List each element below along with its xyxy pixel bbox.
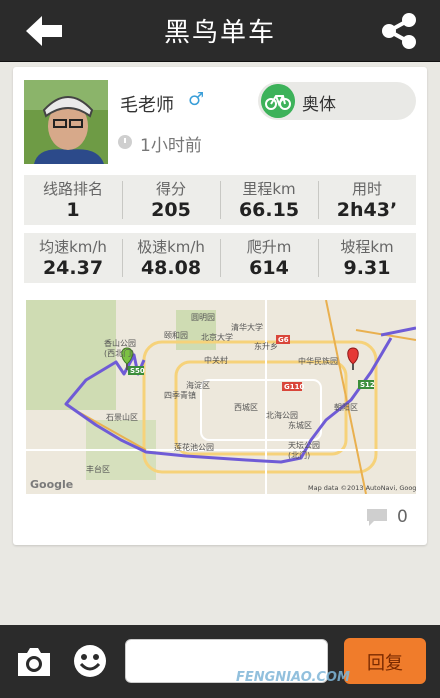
- stat-slope-distance: 坡程km 9.31: [318, 233, 416, 283]
- stat-value: 24.37: [42, 257, 104, 279]
- stats-grid-row1: 线路排名 1 得分 205 里程km 66.15 用时 2h43’: [24, 175, 416, 225]
- stat-value: 1: [66, 199, 80, 221]
- map-label: 颐和园: [164, 331, 188, 340]
- avatar[interactable]: [24, 80, 108, 164]
- bicycle-icon: [261, 84, 295, 118]
- map-label: 中华民族园: [298, 356, 338, 366]
- map-label: 香山公园: [104, 338, 136, 348]
- road-shield: G110: [284, 383, 304, 391]
- stat-label: 里程km: [242, 180, 296, 198]
- map-label: 丰台区: [86, 464, 110, 474]
- emoji-icon[interactable]: [72, 643, 108, 679]
- male-gender-icon: ♂: [188, 89, 205, 110]
- clock-icon: [118, 135, 132, 149]
- stat-label: 爬升m: [246, 238, 292, 256]
- map-label: 清华大学: [231, 322, 263, 332]
- post-time: 1小时前: [140, 136, 202, 156]
- stat-duration: 用时 2h43’: [318, 175, 416, 225]
- stat-label: 用时: [351, 180, 382, 198]
- map-label: 圆明园: [191, 313, 215, 322]
- map-label: 西城区: [234, 403, 258, 412]
- map-label: 东城区: [288, 420, 312, 430]
- map-label: (西北门): [104, 348, 134, 358]
- stat-label: 坡程km: [340, 238, 394, 256]
- stat-distance: 里程km 66.15: [220, 175, 318, 225]
- map-label: 四季青镇: [164, 390, 196, 400]
- stat-label: 极速km/h: [137, 238, 205, 256]
- stat-label: 得分: [155, 180, 186, 198]
- stat-route-rank: 线路排名 1: [24, 175, 122, 225]
- page-title: 黑鸟单车: [163, 18, 276, 48]
- road-shield: G6: [278, 336, 289, 344]
- ride-post-card: 毛老师 ♂ 1小时前 奥体 线路排名 1 得分 205 里程km 66.15 用…: [13, 67, 427, 545]
- stat-value: 66.15: [238, 199, 300, 221]
- stats-grid-row2: 均速km/h 24.37 极速km/h 48.08 爬升m 614 坡程km 9…: [24, 233, 416, 283]
- stat-max-speed: 极速km/h 48.08: [122, 233, 220, 283]
- map-label: 石景山区: [106, 412, 138, 422]
- map-label: 天坛公园: [288, 440, 320, 450]
- share-icon[interactable]: [380, 12, 418, 50]
- stat-value: 2h43’: [336, 199, 398, 221]
- comment-icon[interactable]: [365, 507, 389, 527]
- comment-count: 0: [397, 507, 408, 527]
- top-bar: 黑鸟单车: [0, 0, 440, 62]
- stat-climb: 爬升m 614: [220, 233, 318, 283]
- stat-avg-speed: 均速km/h 24.37: [24, 233, 122, 283]
- map-label: 朝阳区: [334, 403, 358, 412]
- stat-value: 205: [151, 199, 191, 221]
- map-provider-logo: Google: [30, 478, 73, 491]
- stat-score: 得分 205: [122, 175, 220, 225]
- road-shield: S50: [130, 367, 145, 375]
- route-map[interactable]: 香山公园 (西北门) 圆明园 清华大学 颐和园 北京大学 中关村 东升乡 海淀区…: [26, 300, 416, 494]
- road-shield: S12: [360, 381, 375, 389]
- stat-value: 614: [249, 257, 289, 279]
- map-label: 东升乡: [254, 341, 278, 351]
- camera-icon[interactable]: [14, 644, 54, 680]
- user-name[interactable]: 毛老师: [120, 91, 174, 117]
- sport-tag[interactable]: 奥体: [258, 82, 416, 120]
- watermark: FENGNIAO.COM: [236, 670, 350, 685]
- map-attribution: Map data ©2013 AutoNavi, Google: [308, 484, 416, 492]
- stat-label: 线路排名: [42, 180, 103, 198]
- map-label: (北门): [288, 450, 310, 460]
- map-label: 北海公园: [266, 410, 298, 420]
- sport-label: 奥体: [302, 95, 336, 115]
- map-label: 北京大学: [201, 332, 233, 342]
- map-label: 海淀区: [186, 380, 210, 390]
- stat-label: 均速km/h: [39, 238, 107, 256]
- map-label: 中关村: [204, 355, 228, 365]
- stat-value: 9.31: [343, 257, 391, 279]
- stat-value: 48.08: [140, 257, 202, 279]
- map-label: 莲花池公园: [174, 442, 214, 452]
